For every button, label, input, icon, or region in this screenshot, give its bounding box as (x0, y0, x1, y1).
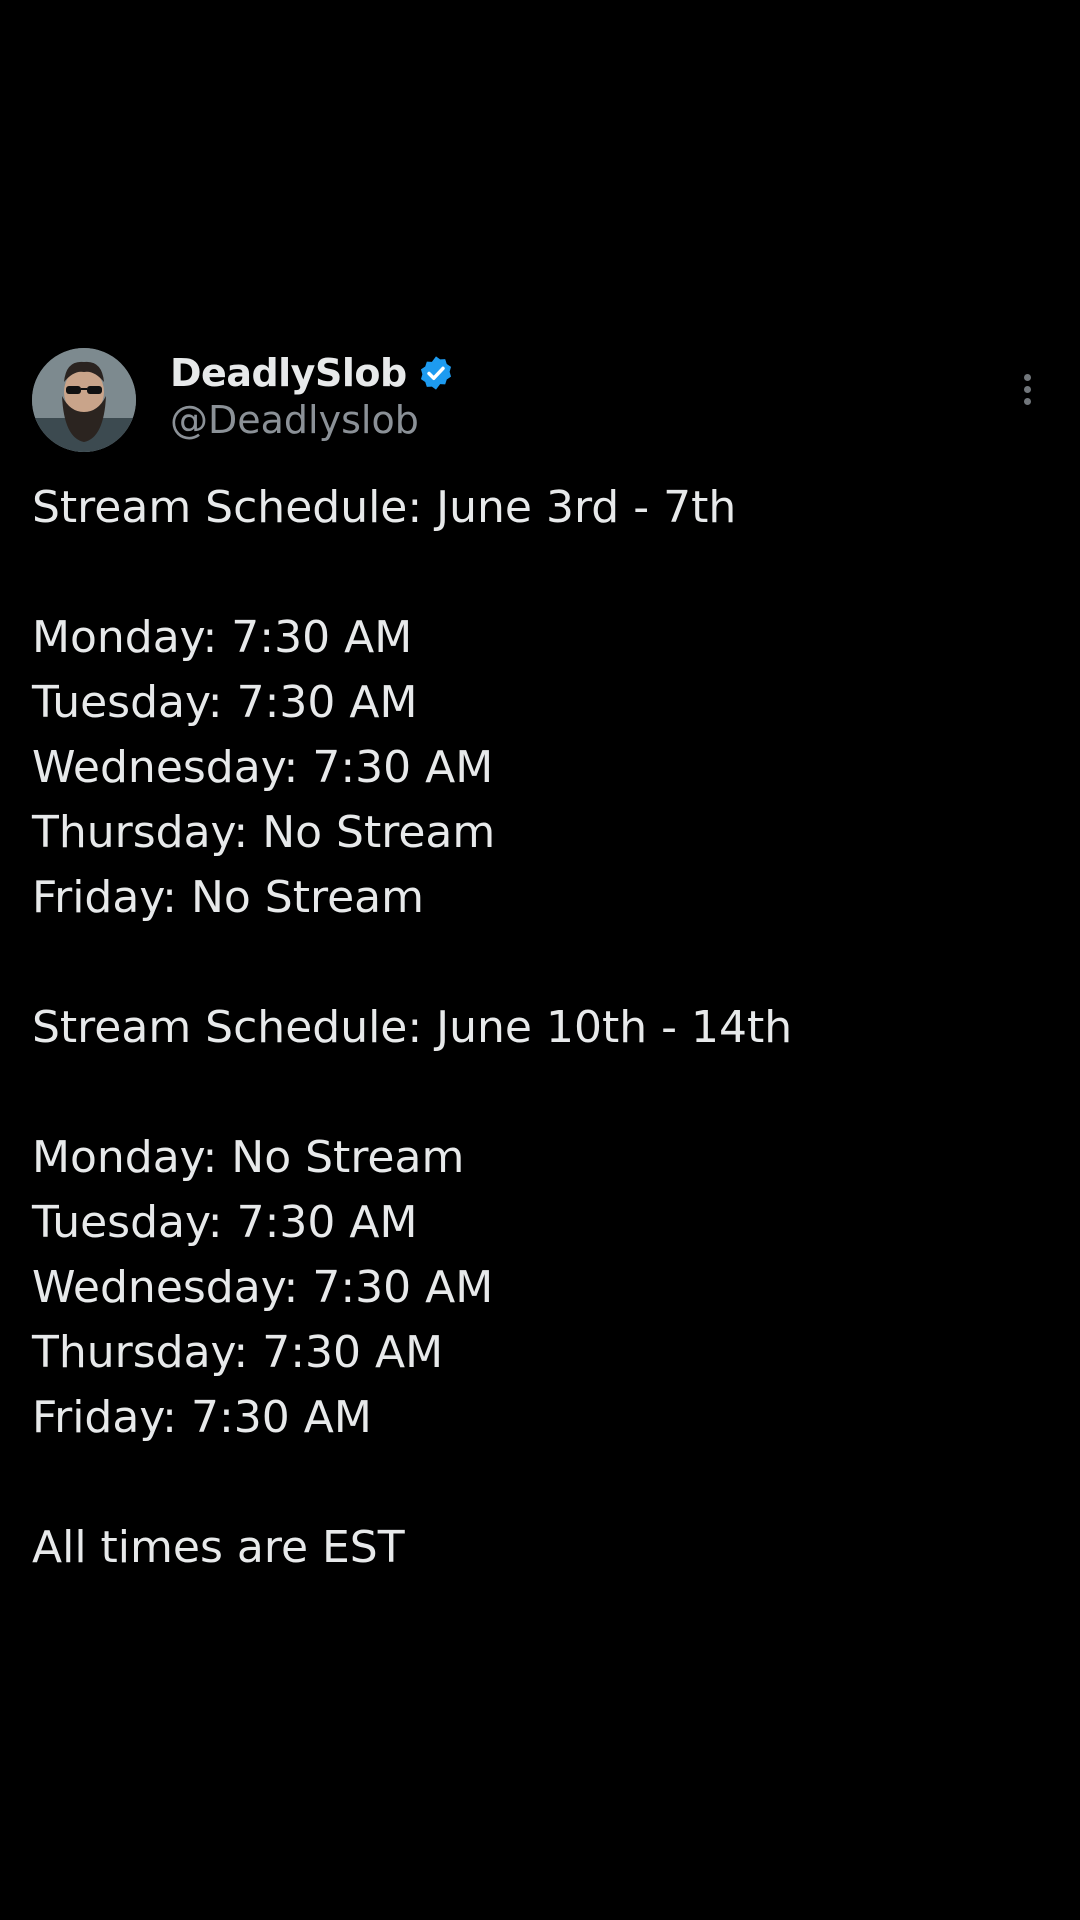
author-handle[interactable]: @Deadlyslob (170, 398, 419, 442)
schedule-line: Thursday: 7:30 AM (32, 1327, 444, 1378)
schedule-line: Tuesday: 7:30 AM (32, 677, 418, 728)
avatar-icon (32, 348, 136, 452)
post-text: Stream Schedule: June 3rd - 7th Monday: … (32, 475, 1032, 1580)
schedule-line: Friday: No Stream (32, 872, 424, 923)
schedule-line: Monday: No Stream (32, 1132, 465, 1183)
schedule-line: Tuesday: 7:30 AM (32, 1197, 418, 1248)
post: DeadlySlob @Deadlyslob Stream Schedule: … (0, 0, 1080, 1920)
schedule-line: Thursday: No Stream (32, 807, 496, 858)
avatar[interactable] (32, 348, 136, 452)
schedule-line: Wednesday: 7:30 AM (32, 742, 494, 793)
schedule-title: Stream Schedule: June 10th - 14th (32, 1002, 793, 1053)
schedule-line: Wednesday: 7:30 AM (32, 1262, 494, 1313)
display-name[interactable]: DeadlySlob (170, 351, 407, 395)
timezone-note: All times are EST (32, 1522, 405, 1573)
schedule-line: Friday: 7:30 AM (32, 1392, 372, 1443)
schedule-title: Stream Schedule: June 3rd - 7th (32, 482, 737, 533)
author-name-row[interactable]: DeadlySlob (170, 347, 455, 399)
schedule-line: Monday: 7:30 AM (32, 612, 413, 663)
verified-badge-icon (417, 354, 455, 392)
more-options-icon[interactable] (1010, 370, 1046, 410)
